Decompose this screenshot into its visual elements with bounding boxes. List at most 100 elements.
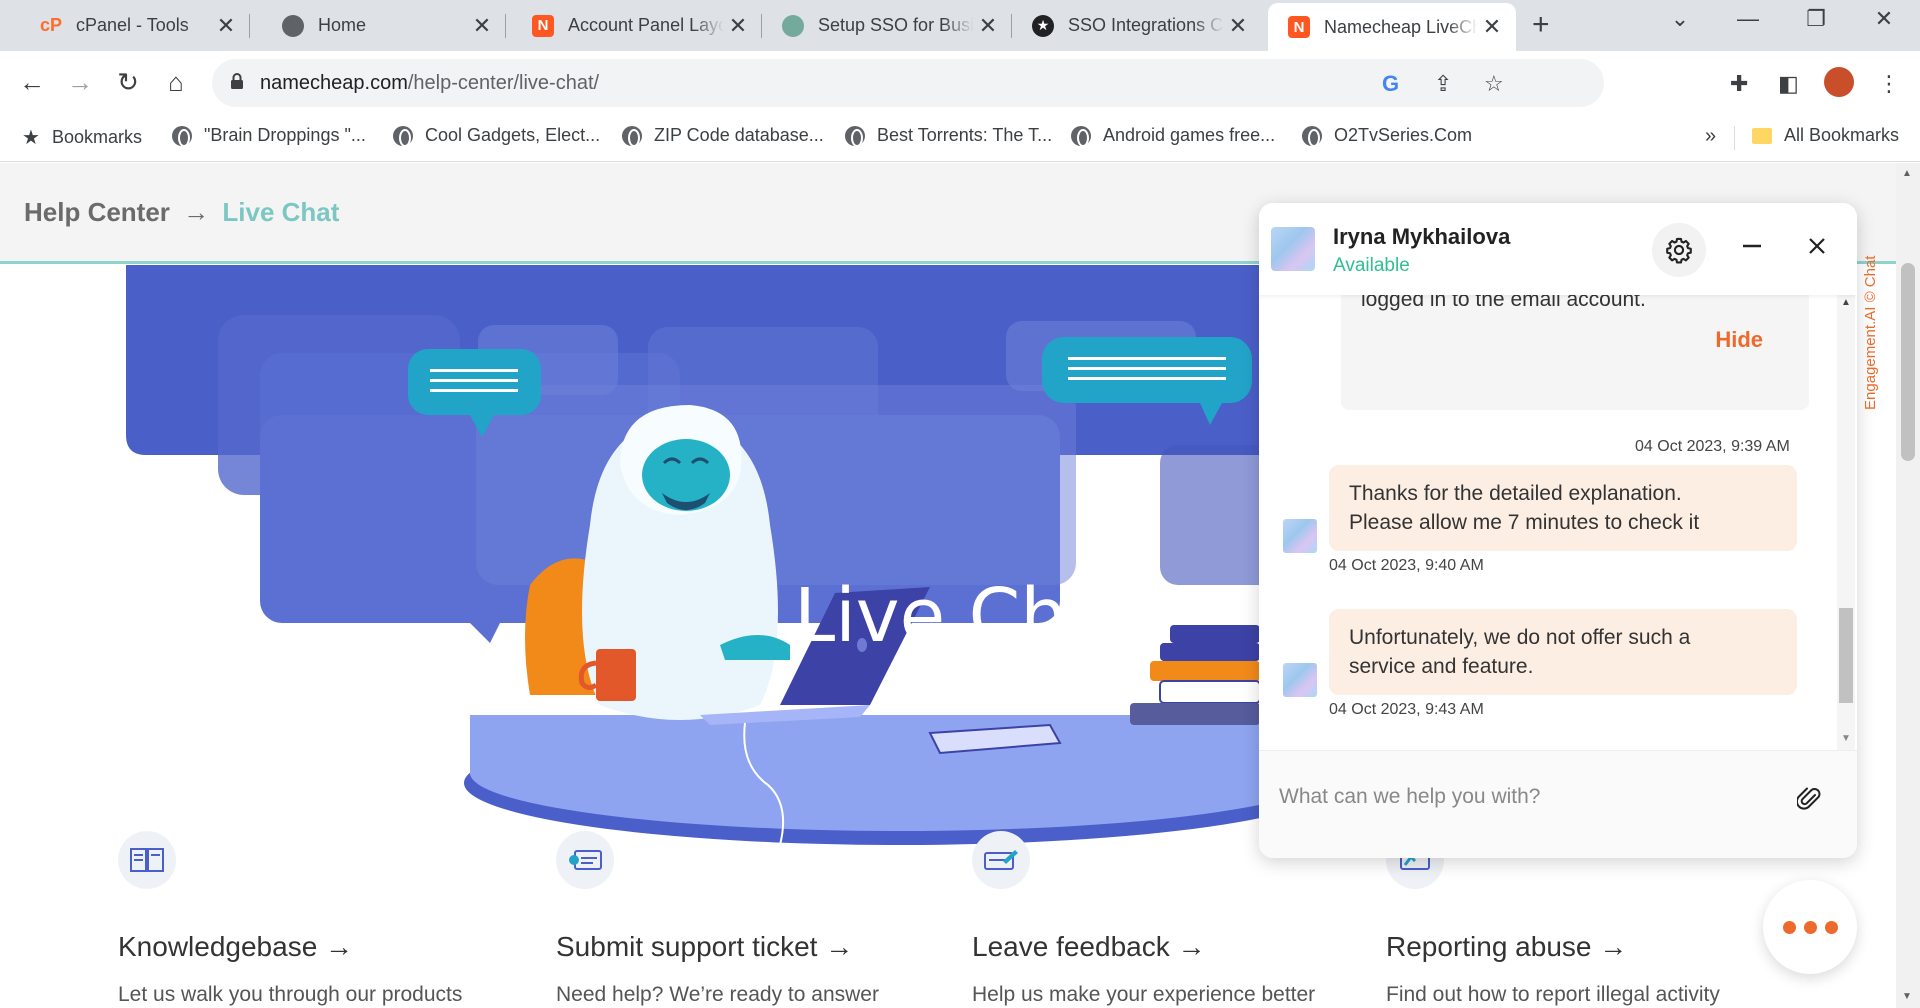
breadcrumb: Help Center → Live Chat xyxy=(24,197,339,228)
minimize-window-button[interactable]: — xyxy=(1728,6,1768,32)
bookmarks-button[interactable]: ★ Bookmarks xyxy=(22,125,142,150)
scroll-down-arrow-icon[interactable]: ▼ xyxy=(1902,991,1912,1002)
chat-message-input[interactable] xyxy=(1279,777,1779,817)
globe-icon xyxy=(393,125,413,147)
page-scrollbar[interactable]: ▲ ▼ xyxy=(1896,163,1920,1008)
profile-avatar[interactable] xyxy=(1824,67,1854,97)
browser-toolbar: ← → ↻ ⌂ namecheap.com/help-center/live-c… xyxy=(0,51,1920,114)
lock-icon[interactable] xyxy=(230,72,244,90)
breadcrumb-live-chat: Live Chat xyxy=(222,197,340,227)
bookmark-item[interactable]: Cool Gadgets, Elect... xyxy=(393,125,601,147)
chat-messages[interactable]: logged in to the email account. Hide 04 … xyxy=(1259,295,1857,750)
bookmark-item[interactable]: ZIP Code database... xyxy=(622,125,824,147)
scroll-down-arrow-icon[interactable]: ▼ xyxy=(1841,733,1851,744)
agent-avatar xyxy=(1271,227,1315,271)
restore-window-button[interactable]: ❐ xyxy=(1796,6,1836,32)
feature-support-ticket[interactable]: Submit support ticket → Need help? We’re… xyxy=(556,831,936,1007)
message-card: logged in to the email account. Hide xyxy=(1341,295,1809,410)
bookmark-label: Android games free... xyxy=(1103,125,1276,145)
bookmark-label: Cool Gadgets, Elect... xyxy=(425,125,601,145)
namecheap-icon: N xyxy=(532,14,554,37)
minimize-chat-button[interactable] xyxy=(1732,226,1772,266)
chat-composer xyxy=(1259,750,1857,858)
feature-title[interactable]: Reporting abuse → xyxy=(1386,931,1766,963)
tab-namecheap-livechat[interactable]: N Namecheap LiveChat ✕ xyxy=(1268,3,1516,51)
bookmark-item[interactable]: "Brain Droppings "... xyxy=(172,125,366,147)
bookmark-star-icon[interactable]: ☆ xyxy=(1484,71,1504,97)
globe-icon xyxy=(622,125,642,147)
browser-menu-icon[interactable]: ⋮ xyxy=(1878,71,1900,97)
message-line: Please allow me 7 minutes to check it xyxy=(1349,511,1700,534)
close-tab-icon[interactable]: ✕ xyxy=(1224,13,1252,39)
tab-title: cPanel - Tools xyxy=(76,15,189,35)
close-tab-icon[interactable]: ✕ xyxy=(974,13,1002,39)
chat-launcher-button[interactable] xyxy=(1763,880,1857,974)
side-panel-icon[interactable]: ◧ xyxy=(1778,71,1799,97)
reload-button[interactable]: ↻ xyxy=(112,67,144,98)
close-tab-icon[interactable]: ✕ xyxy=(468,13,496,39)
scroll-up-arrow-icon[interactable]: ▲ xyxy=(1841,297,1851,308)
feature-title[interactable]: Submit support ticket → xyxy=(556,931,936,963)
new-tab-button[interactable]: + xyxy=(1532,8,1550,42)
tab-search-icon[interactable]: ⌄ xyxy=(1660,6,1700,32)
agent-avatar xyxy=(1283,663,1317,697)
agent-message: Thanks for the detailed explanation. Ple… xyxy=(1329,465,1797,551)
bookmark-item[interactable]: Android games free... xyxy=(1071,125,1276,147)
share-icon[interactable]: ⇪ xyxy=(1434,71,1452,97)
google-lens-icon[interactable]: G xyxy=(1382,71,1399,97)
chat-settings-button[interactable] xyxy=(1652,223,1706,277)
extensions-icon[interactable]: ✚ xyxy=(1730,71,1748,97)
chatgpt-icon xyxy=(782,14,804,37)
globe-icon xyxy=(172,125,192,147)
breadcrumb-arrow: → xyxy=(183,197,210,227)
dot xyxy=(1803,920,1817,934)
close-tab-icon[interactable]: ✕ xyxy=(212,13,240,39)
tab-title: Home xyxy=(318,15,367,35)
tab-account-panel[interactable]: N Account Panel Layout ✕ xyxy=(512,0,762,51)
feature-title[interactable]: Knowledgebase → xyxy=(118,931,498,963)
bookmarks-overflow-button[interactable]: » xyxy=(1705,125,1716,148)
agent-name: Iryna Mykhailova xyxy=(1333,224,1511,249)
cpanel-icon: cP xyxy=(39,15,63,35)
feature-knowledgebase[interactable]: Knowledgebase → Let us walk you through … xyxy=(118,831,498,1007)
bookmark-item[interactable]: Best Torrents: The T... xyxy=(845,125,1052,147)
tab-title: Account Panel Layout xyxy=(568,15,724,35)
message-line: Thanks for the detailed explanation. xyxy=(1349,482,1682,505)
dot xyxy=(1782,920,1796,934)
url-path: /help-center/live-chat/ xyxy=(407,72,600,94)
tab-title: SSO Integrations C xyxy=(1068,15,1224,35)
feature-title[interactable]: Leave feedback → xyxy=(972,931,1352,963)
paperclip-icon[interactable] xyxy=(1797,785,1821,811)
tab-setup-sso[interactable]: Setup SSO for Business ✕ xyxy=(762,0,1012,51)
bookmark-item[interactable]: O2TvSeries.Com xyxy=(1302,125,1472,147)
agent-avatar xyxy=(1283,519,1317,553)
feature-desc: Help us make your experience better xyxy=(972,983,1316,1006)
close-window-button[interactable]: ✕ xyxy=(1864,6,1904,32)
close-tab-icon[interactable]: ✕ xyxy=(724,13,752,39)
back-button[interactable]: ← xyxy=(16,67,48,98)
address-bar[interactable]: namecheap.com/help-center/live-chat/ G ⇪… xyxy=(212,59,1604,107)
globe-icon xyxy=(282,14,304,37)
globe-icon xyxy=(1302,125,1322,147)
home-button[interactable]: ⌂ xyxy=(160,67,192,98)
close-tab-icon[interactable]: ✕ xyxy=(1478,14,1506,40)
tab-sso-integrations[interactable]: ★ SSO Integrations C ✕ xyxy=(1012,0,1262,51)
breadcrumb-help-center[interactable]: Help Center xyxy=(24,197,170,227)
live-chat-window: Iryna Mykhailova Available logged in to … xyxy=(1259,203,1857,858)
hero-title: Live Chat xyxy=(794,573,1142,659)
gear-icon xyxy=(1666,237,1692,264)
all-bookmarks-label: All Bookmarks xyxy=(1784,125,1900,145)
forward-button[interactable]: → xyxy=(64,67,96,98)
page-scroll-thumb[interactable] xyxy=(1901,263,1915,461)
scroll-up-arrow-icon[interactable]: ▲ xyxy=(1902,168,1912,179)
tab-separator xyxy=(249,14,250,38)
tab-home[interactable]: Home ✕ xyxy=(262,0,506,51)
close-chat-button[interactable] xyxy=(1797,226,1837,266)
chat-scroll-thumb[interactable] xyxy=(1839,608,1853,703)
namecheap-icon: N xyxy=(1288,16,1310,38)
chat-scrollbar[interactable]: ▲ ▼ xyxy=(1837,295,1855,750)
tab-strip: cP cPanel - Tools ✕ Home ✕ N Account Pan… xyxy=(0,0,1920,51)
tab-cpanel[interactable]: cP cPanel - Tools ✕ xyxy=(20,0,250,51)
hide-link[interactable]: Hide xyxy=(1715,327,1763,353)
all-bookmarks-button[interactable]: All Bookmarks xyxy=(1752,125,1899,146)
